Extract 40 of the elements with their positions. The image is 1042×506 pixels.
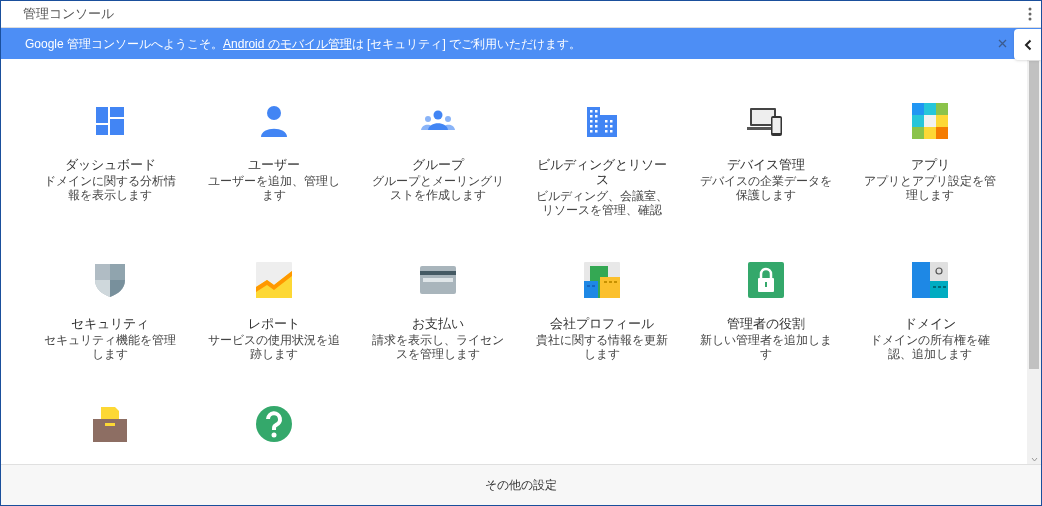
- tile-title[interactable]: デバイス管理: [699, 157, 833, 172]
- more-menu-icon[interactable]: [1028, 7, 1032, 21]
- tile-title[interactable]: セキュリティ: [43, 316, 177, 331]
- tile-title[interactable]: レポート: [207, 316, 341, 331]
- buildings-icon: [583, 261, 621, 299]
- tile-title[interactable]: ドメイン: [863, 316, 997, 331]
- padlock-icon: [747, 261, 785, 299]
- help-icon: [255, 405, 293, 443]
- tile-description: ドメインの所有権を確認、追加します: [869, 333, 991, 361]
- file-box-icon: [91, 405, 129, 443]
- domain-building-icon: [911, 261, 949, 299]
- tile-title[interactable]: グループ: [371, 157, 505, 172]
- tile-description: サービスの使用状況を追跡します: [208, 333, 340, 361]
- tile-description: ユーザーを追加、管理します: [208, 174, 340, 202]
- tile-description: セキュリティ機能を管理します: [44, 333, 176, 361]
- tile-description: ビルディング、会議室、リソースを管理、確認: [536, 189, 668, 217]
- tile-title[interactable]: ユーザー: [207, 157, 341, 172]
- tile-title[interactable]: アプリ: [863, 157, 997, 172]
- tile-title[interactable]: 会社プロフィール: [535, 316, 669, 331]
- banner-message: Google 管理コンソールへようこそ。Android のモバイル管理は [セキュリティ] でご利用いただけます。: [25, 35, 582, 53]
- tile-description: グループとメーリングリストを作成します: [372, 174, 504, 202]
- close-icon[interactable]: [998, 39, 1007, 48]
- tile-description: アプリとアプリ設定を管理します: [864, 174, 996, 202]
- apps-grid-icon: [911, 102, 949, 140]
- more-settings-button[interactable]: その他の設定: [485, 476, 557, 494]
- collapse-button[interactable]: [1014, 29, 1041, 60]
- tile-description: 請求を表示し、ライセンスを管理します: [372, 333, 504, 361]
- scrollbar[interactable]: [1027, 59, 1041, 464]
- tile-title[interactable]: お支払い: [371, 316, 505, 331]
- tile-title[interactable]: 管理者の役割: [699, 316, 833, 331]
- tile-description: ドメインに関する分析情報を表示します: [44, 174, 176, 202]
- scroll-down-icon[interactable]: [1030, 457, 1038, 462]
- line-chart-icon: [255, 261, 293, 299]
- tile-title[interactable]: ビルディングとリソース: [535, 157, 669, 187]
- tile-description: デバイスの企業データを保護します: [700, 174, 832, 202]
- chevron-left-icon: [1023, 38, 1032, 51]
- tile-description: 新しい管理者を追加します: [700, 333, 832, 361]
- tile-title[interactable]: ダッシュボード: [43, 157, 177, 172]
- app-title: 管理コンソール: [23, 5, 114, 24]
- tile-description: 貴社に関する情報を更新します: [536, 333, 668, 361]
